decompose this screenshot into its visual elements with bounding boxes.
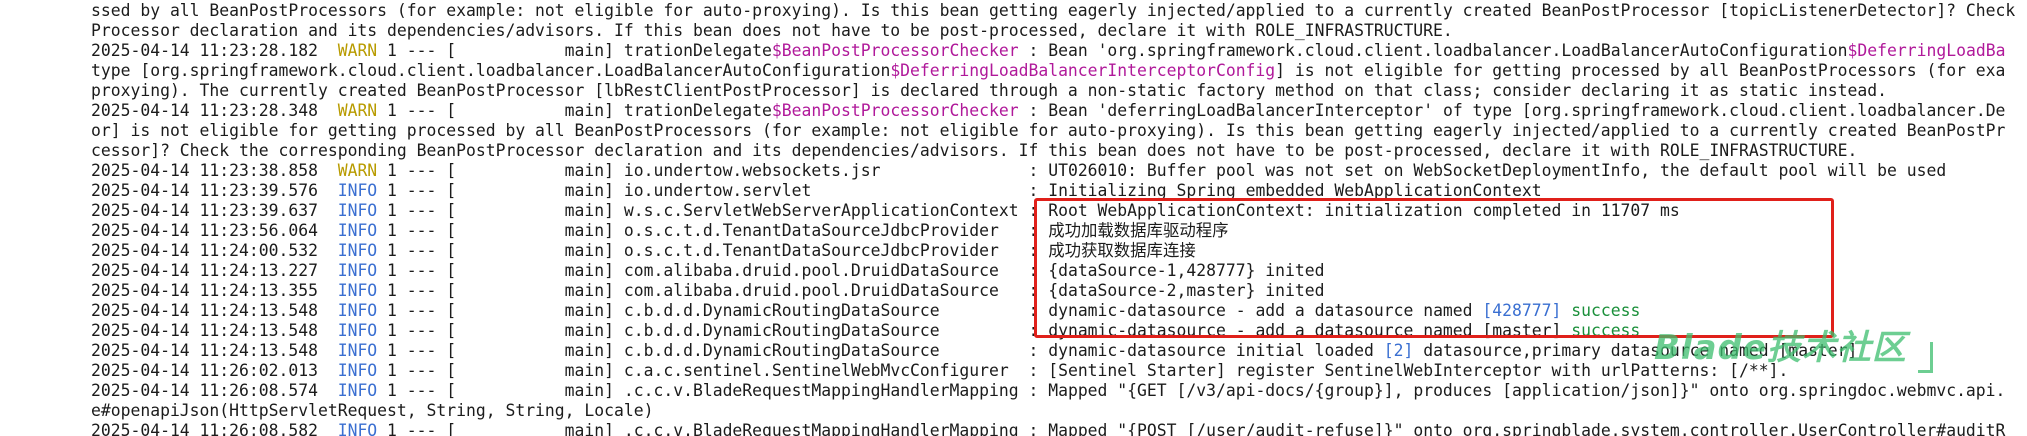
watermark: Blade技术社区 — [1654, 328, 1907, 368]
highlight-box — [1034, 198, 1834, 338]
log-segment: INFO — [337, 181, 378, 200]
log-segment: 2025-04-14 11:23:28.182 — [91, 41, 338, 60]
log-line: type [org.springframework.cloud.client.l… — [91, 61, 2005, 81]
log-segment: 2025-04-14 11:26:08.582 — [91, 421, 338, 436]
left-gutter — [0, 0, 88, 436]
log-segment: cessor]? Check the corresponding BeanPos… — [91, 141, 1858, 160]
log-segment: 2025-04-14 11:24:13.227 — [91, 261, 338, 280]
log-line: or] is not eligible for getting processe… — [91, 121, 2005, 141]
log-segment: 1 --- [ main] .c.c.v.BladeRequestMapping… — [377, 421, 2006, 436]
log-segment: : Bean 'org.springframework.cloud.client… — [1018, 41, 1848, 60]
log-segment: 2025-04-14 11:23:39.637 — [91, 201, 338, 220]
log-segment: INFO — [337, 341, 378, 360]
log-line: 2025-04-14 11:23:28.182 WARN 1 --- [ mai… — [91, 41, 2005, 61]
log-segment: ssed by all BeanPostProcessors (for exam… — [91, 1, 2016, 20]
log-line: 2025-04-14 11:26:08.574 INFO 1 --- [ mai… — [91, 381, 2005, 401]
log-segment: type [org.springframework.cloud.client.l… — [91, 61, 891, 80]
log-segment: [2] — [1383, 341, 1414, 360]
log-segment: INFO — [337, 241, 378, 260]
log-segment: 2025-04-14 11:23:56.064 — [91, 221, 338, 240]
log-segment: INFO — [337, 261, 378, 280]
log-segment: WARN — [337, 41, 378, 60]
log-line: Processor declaration and its dependenci… — [91, 21, 1453, 41]
watermark-corner-mark — [1918, 342, 1933, 373]
log-segment: 2025-04-14 11:24:13.355 — [91, 281, 338, 300]
log-segment: 2025-04-14 11:23:38.858 — [91, 161, 338, 180]
log-segment: INFO — [337, 381, 378, 400]
log-segment: 2025-04-14 11:24:13.548 — [91, 321, 338, 340]
log-segment: 2025-04-14 11:23:39.576 — [91, 181, 338, 200]
log-line: 2025-04-14 11:26:08.582 INFO 1 --- [ mai… — [91, 421, 2005, 436]
log-segment: proxying). The currently created BeanPos… — [91, 81, 1887, 100]
log-segment: 1 --- [ main] c.b.d.d.DynamicRoutingData… — [377, 341, 1384, 360]
log-segment: INFO — [337, 361, 378, 380]
log-segment: ] is not eligible for getting processed … — [1275, 61, 2006, 80]
log-segment: 2025-04-14 11:24:00.532 — [91, 241, 338, 260]
log-segment: $DeferringLoadBalancerInterceptorConfig — [890, 61, 1276, 80]
log-segment: INFO — [337, 281, 378, 300]
log-segment: 1 --- [ main] io.undertow.websockets.jsr… — [377, 161, 1947, 180]
log-segment: 2025-04-14 11:23:28.348 — [91, 101, 338, 120]
log-segment: 2025-04-14 11:26:08.574 — [91, 381, 338, 400]
log-line: cessor]? Check the corresponding BeanPos… — [91, 141, 1857, 161]
log-segment: 2025-04-14 11:24:13.548 — [91, 341, 338, 360]
log-segment: 1 --- [ main] .c.c.v.BladeRequestMapping… — [377, 381, 2006, 400]
log-line: 2025-04-14 11:24:00.532 INFO 1 --- [ mai… — [91, 241, 1196, 261]
log-segment: INFO — [337, 201, 378, 220]
log-segment: Processor declaration and its dependenci… — [91, 21, 1453, 40]
log-segment: 1 --- [ main] trationDelegate — [377, 101, 772, 120]
log-segment: : Bean 'deferringLoadBalancerInterceptor… — [1018, 101, 2006, 120]
log-line: 2025-04-14 11:26:02.013 INFO 1 --- [ mai… — [91, 361, 1788, 381]
log-segment: INFO — [337, 301, 378, 320]
log-segment: $BeanPostProcessorChecker — [771, 101, 1019, 120]
log-segment: INFO — [337, 221, 378, 240]
log-segment: or] is not eligible for getting processe… — [91, 121, 2006, 140]
log-segment: WARN — [337, 101, 378, 120]
log-line: 2025-04-14 11:23:28.348 WARN 1 --- [ mai… — [91, 101, 2005, 121]
log-line: 2025-04-14 11:24:13.548 INFO 1 --- [ mai… — [91, 341, 1857, 361]
log-segment: e#openapiJson(HttpServletRequest, String… — [91, 401, 654, 420]
log-segment: 1 --- [ main] trationDelegate — [377, 41, 772, 60]
log-segment: 1 --- [ main] c.a.c.sentinel.SentinelWeb… — [377, 361, 1789, 380]
log-segment: WARN — [337, 161, 378, 180]
log-line: e#openapiJson(HttpServletRequest, String… — [91, 401, 653, 421]
log-segment: $BeanPostProcessorChecker — [771, 41, 1019, 60]
log-segment: 2025-04-14 11:26:02.013 — [91, 361, 338, 380]
log-segment: INFO — [337, 321, 378, 340]
log-line: proxying). The currently created BeanPos… — [91, 81, 1887, 101]
log-line: ssed by all BeanPostProcessors (for exam… — [91, 1, 2015, 21]
log-segment: $DeferringLoadBa — [1847, 41, 2006, 60]
log-segment: 2025-04-14 11:24:13.548 — [91, 301, 338, 320]
log-segment: INFO — [337, 421, 378, 436]
log-line: 2025-04-14 11:23:38.858 WARN 1 --- [ mai… — [91, 161, 1946, 181]
